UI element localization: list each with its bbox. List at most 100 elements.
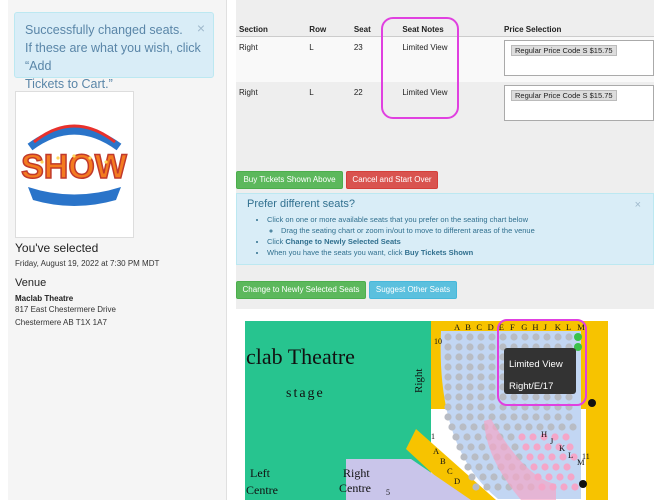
seat[interactable] [488,393,496,401]
seat[interactable] [526,453,534,461]
seat[interactable] [444,393,452,401]
seat[interactable] [444,353,452,361]
seat[interactable] [466,333,474,341]
seat[interactable] [486,463,494,471]
seat[interactable] [488,383,496,391]
seat[interactable] [522,443,530,451]
seat[interactable] [545,473,553,481]
seat[interactable] [444,343,452,351]
alert-close-icon[interactable]: × [197,19,205,37]
seating-chart[interactable]: clab Theatre stage Right Left Centre Rig… [236,309,654,500]
seat[interactable] [444,333,452,341]
seat[interactable] [455,383,463,391]
seat[interactable] [463,433,471,441]
seat[interactable] [466,393,474,401]
seat[interactable] [507,433,515,441]
seat[interactable] [444,413,452,421]
seat[interactable] [490,473,498,481]
seat[interactable] [472,483,480,491]
seat[interactable] [466,383,474,391]
seat[interactable] [543,413,551,421]
seat[interactable] [510,413,518,421]
seat[interactable] [466,373,474,381]
seat[interactable] [444,403,452,411]
seating-chart-svg[interactable]: clab Theatre stage Right Left Centre Rig… [236,309,654,500]
seat[interactable] [477,333,485,341]
seat[interactable] [444,373,452,381]
price-option[interactable]: Regular Price Code S $15.75 [511,90,617,101]
seat[interactable] [455,393,463,401]
seat[interactable] [459,423,467,431]
suggest-seats-button[interactable]: Suggest Other Seats [369,281,457,299]
seat[interactable] [466,353,474,361]
seat[interactable] [452,433,460,441]
seat[interactable] [503,423,511,431]
cancel-start-over-button[interactable]: Cancel and Start Over [346,171,438,189]
seat[interactable] [466,363,474,371]
seat[interactable] [455,373,463,381]
seat[interactable] [563,463,571,471]
seat[interactable] [521,413,529,421]
seat[interactable] [488,333,496,341]
seat[interactable] [514,423,522,431]
price-option[interactable]: Regular Price Code S $15.75 [511,45,617,56]
seat[interactable] [488,403,496,411]
seat[interactable] [525,423,533,431]
buy-tickets-button[interactable]: Buy Tickets Shown Above [236,171,343,189]
price-select[interactable]: Regular Price Code S $15.75 [504,40,654,76]
seat[interactable] [541,463,549,471]
prefer-close-icon[interactable]: × [635,199,641,211]
seat[interactable] [444,363,452,371]
price-select[interactable]: Regular Price Code S $15.75 [504,85,654,121]
seat[interactable] [571,483,579,491]
seat[interactable] [455,343,463,351]
seat[interactable] [569,423,577,431]
seat[interactable] [471,453,479,461]
seat[interactable] [464,463,472,471]
seat[interactable] [548,453,556,461]
seat[interactable] [560,483,568,491]
seat[interactable] [533,443,541,451]
seat[interactable] [460,453,468,461]
seat[interactable] [477,353,485,361]
seat[interactable] [554,413,562,421]
seat[interactable] [466,413,474,421]
seat[interactable] [477,343,485,351]
seat[interactable] [482,453,490,461]
seat[interactable] [455,333,463,341]
seat[interactable] [488,353,496,361]
seat[interactable] [552,463,560,471]
seat[interactable] [474,433,482,441]
seat[interactable] [488,363,496,371]
seat[interactable] [468,473,476,481]
seat[interactable] [477,393,485,401]
seat[interactable] [532,413,540,421]
seat[interactable] [565,413,573,421]
seat[interactable] [477,413,485,421]
seat[interactable] [518,433,526,441]
seat[interactable] [479,473,487,481]
seat[interactable] [477,383,485,391]
seat[interactable] [477,403,485,411]
seat[interactable] [559,453,567,461]
seat[interactable] [466,403,474,411]
seat[interactable] [488,343,496,351]
seat[interactable] [558,423,566,431]
seat[interactable] [470,423,478,431]
seat[interactable] [511,443,519,451]
seat[interactable] [556,473,564,481]
seat[interactable] [477,363,485,371]
seat[interactable] [530,463,538,471]
seat[interactable] [488,373,496,381]
seat[interactable] [562,433,570,441]
seat[interactable] [455,353,463,361]
seat[interactable] [567,473,575,481]
seat[interactable] [467,443,475,451]
seat[interactable] [483,483,491,491]
seat[interactable] [477,373,485,381]
seat[interactable] [494,483,502,491]
seat[interactable] [455,403,463,411]
seat[interactable] [456,443,464,451]
seat[interactable] [537,453,545,461]
seat[interactable] [499,413,507,421]
